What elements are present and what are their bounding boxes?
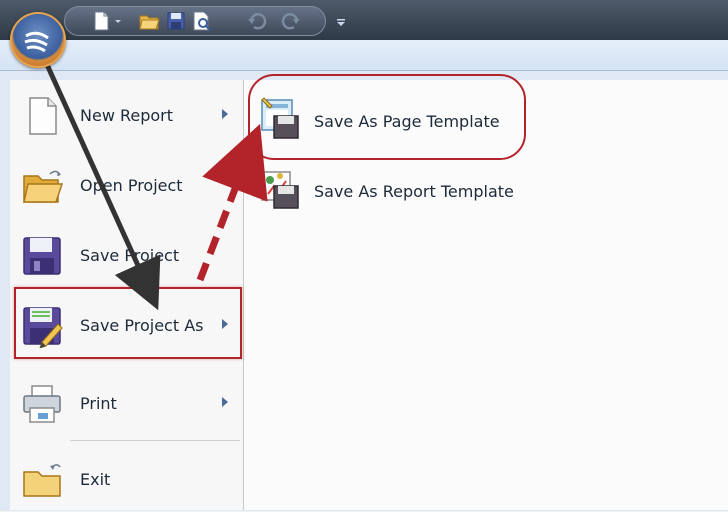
application-button[interactable]: [10, 12, 66, 68]
menu-item-label: Exit: [80, 470, 111, 489]
dropdown-icon[interactable]: [113, 10, 123, 32]
save-icon: [23, 237, 61, 275]
printer-icon: [23, 385, 61, 423]
report-template-icon: [261, 171, 299, 209]
app-logo-icon: [24, 31, 49, 53]
menu-item-label: Open Project: [80, 176, 183, 195]
menu-item-label: New Report: [80, 106, 174, 125]
open-folder-icon[interactable]: [138, 10, 160, 32]
highlight-save-as-page-template: [248, 74, 526, 160]
submenu-arrow-icon: [222, 397, 228, 407]
open-folder-icon: [23, 170, 64, 203]
menu-item-print[interactable]: Print: [10, 370, 243, 436]
submenu-item-label: Save As Report Template: [314, 182, 514, 201]
customize-toolbar-icon[interactable]: [334, 10, 348, 32]
highlight-save-project-as: [14, 287, 242, 359]
submenu-arrow-icon: [222, 109, 228, 119]
menu-item-label: Print: [80, 394, 117, 413]
menu-item-new-report[interactable]: New Report: [10, 82, 243, 148]
save-icon[interactable]: [165, 10, 187, 32]
redo-icon[interactable]: [280, 10, 302, 32]
menu-item-open-project[interactable]: Open Project: [10, 152, 243, 218]
undo-icon[interactable]: [246, 10, 268, 32]
submenu-item-save-as-report-template[interactable]: Save As Report Template: [244, 154, 728, 218]
new-document-icon: [29, 97, 57, 135]
print-preview-icon[interactable]: [190, 10, 212, 32]
menu-item-save-project[interactable]: Save Project: [10, 222, 243, 288]
title-bar: [0, 0, 728, 40]
menu-item-label: Save Project: [80, 246, 180, 265]
menu-item-exit[interactable]: Exit: [10, 446, 243, 512]
new-document-icon[interactable]: [90, 10, 112, 32]
exit-folder-icon: [23, 464, 61, 497]
menu-divider: [70, 440, 240, 441]
